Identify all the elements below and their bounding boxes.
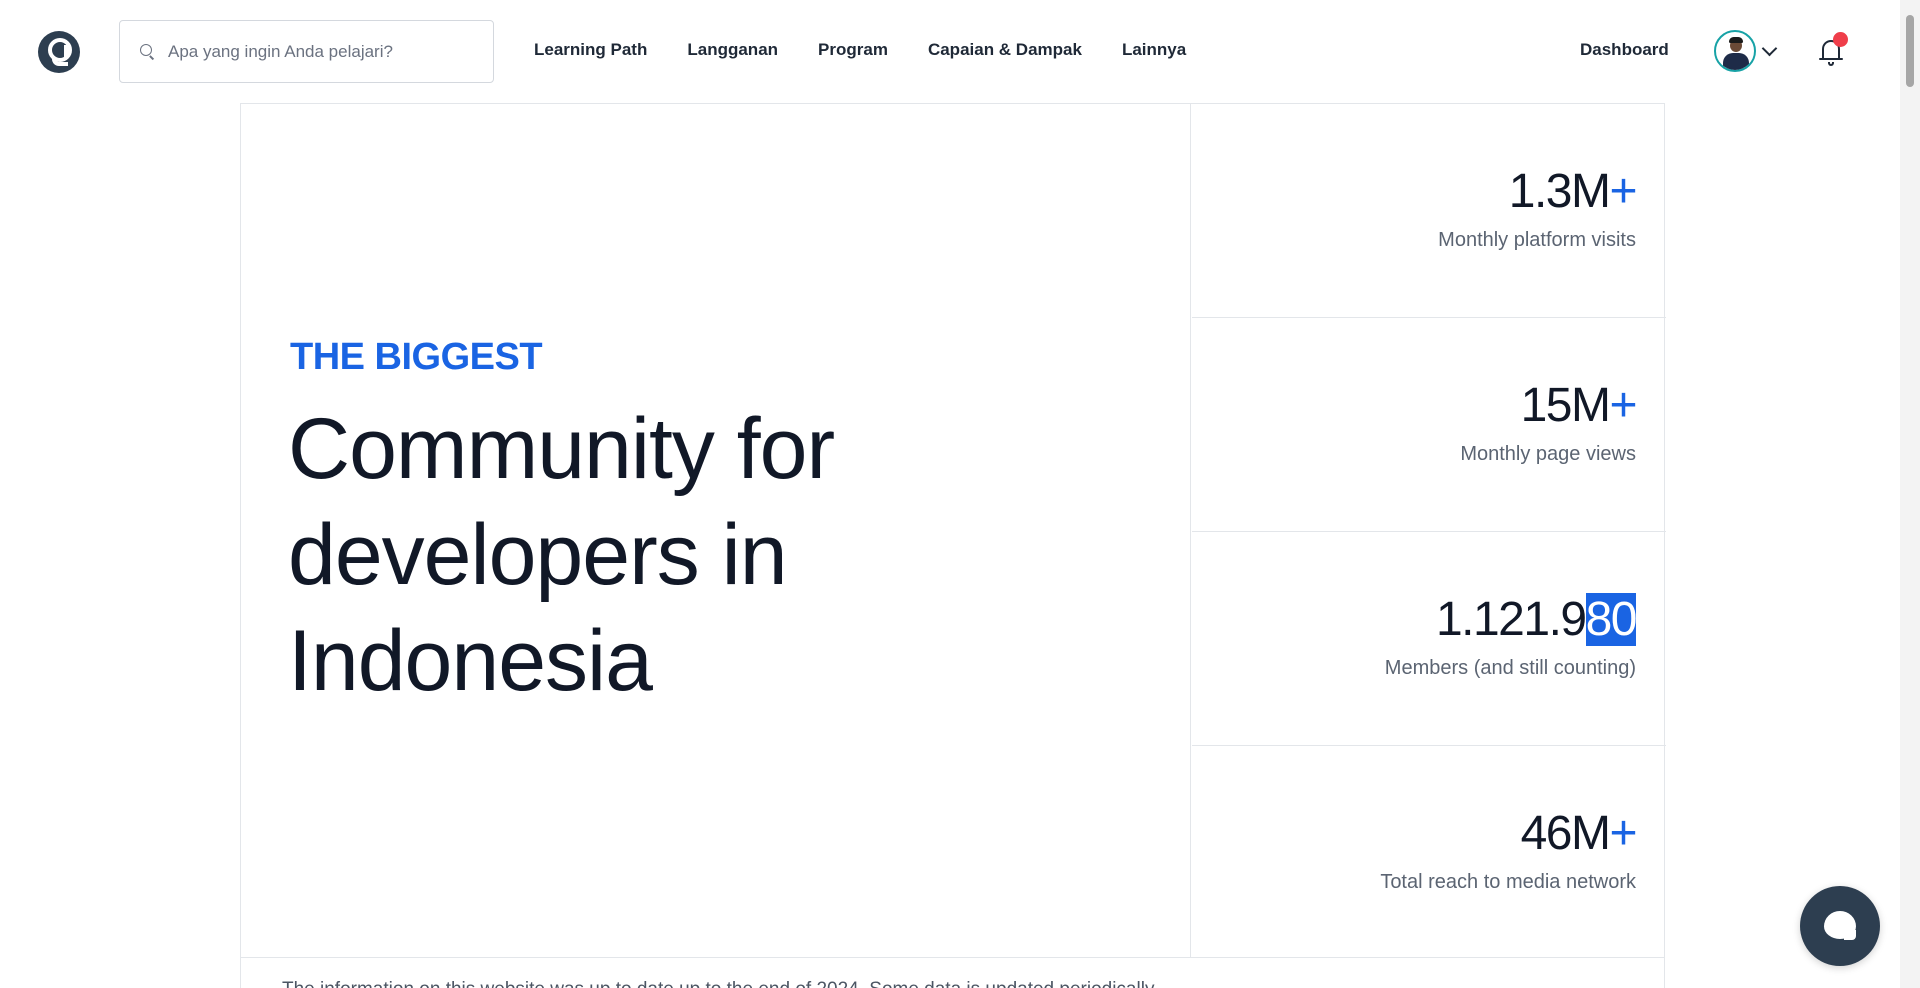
stat-card-page-views: 15M+ Monthly page views: [1192, 318, 1666, 532]
chevron-down-icon[interactable]: [1761, 40, 1778, 57]
stat-value: 46M+: [1520, 807, 1638, 860]
hero-kicker: THE BIGGEST: [290, 336, 543, 378]
nav-learning-path[interactable]: Learning Path: [534, 40, 647, 60]
stat-label: Monthly page views: [1460, 443, 1636, 465]
stat-value: 1.3M+: [1508, 165, 1638, 218]
nav-lainnya[interactable]: Lainnya: [1122, 40, 1186, 60]
stat-card-visits: 1.3M+ Monthly platform visits: [1192, 104, 1666, 318]
nav-langganan[interactable]: Langganan: [687, 40, 778, 60]
nav-program[interactable]: Program: [818, 40, 888, 60]
stat-card-members: 1.121.980 Members (and still counting): [1192, 532, 1666, 746]
stat-label: Monthly platform visits: [1438, 229, 1636, 251]
search-icon: [140, 44, 155, 60]
footnote-text: The information on this website was up t…: [282, 979, 1158, 988]
top-navbar: Learning Path Langganan Program Capaian …: [0, 0, 1900, 102]
avatar[interactable]: [1714, 30, 1756, 72]
hero-headline: Community for developers in Indonesia: [288, 401, 835, 709]
notification-dot: [1833, 32, 1848, 47]
nav-capaian-dampak[interactable]: Capaian & Dampak: [928, 40, 1082, 60]
chat-button[interactable]: [1800, 886, 1880, 966]
main-nav: Learning Path Langganan Program Capaian …: [534, 40, 1226, 60]
scrollbar[interactable]: [1900, 0, 1920, 988]
stats-panel: 1.3M+ Monthly platform visits 15M+ Month…: [1192, 104, 1666, 958]
logo-icon[interactable]: [38, 31, 80, 73]
stats-section: THE BIGGEST Community for developers in …: [240, 103, 1666, 988]
stat-card-reach: 46M+ Total reach to media network: [1192, 746, 1666, 960]
footnote-divider: [240, 957, 1665, 958]
search-input[interactable]: [168, 35, 478, 69]
scrollbar-thumb[interactable]: [1906, 15, 1914, 87]
logo-glyph: [52, 59, 68, 66]
stat-label: Total reach to media network: [1380, 871, 1636, 893]
selected-text: 80: [1585, 593, 1638, 646]
dashboard-link[interactable]: Dashboard: [1580, 40, 1669, 60]
search-box[interactable]: [119, 20, 494, 83]
stat-label: Members (and still counting): [1384, 657, 1636, 679]
hero-panel: THE BIGGEST Community for developers in …: [241, 104, 1191, 958]
stat-value: 1.121.980: [1435, 593, 1638, 646]
stat-value: 15M+: [1520, 379, 1638, 432]
